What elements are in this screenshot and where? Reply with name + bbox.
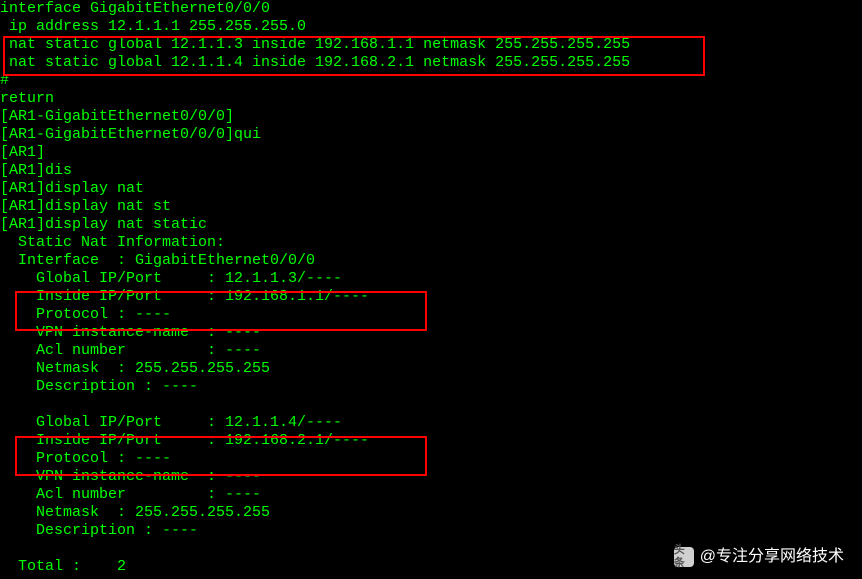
watermark: 头条 @专注分享网络技术	[674, 547, 844, 567]
terminal-line: nat static global 12.1.1.4 inside 192.16…	[0, 54, 862, 72]
terminal-line: #	[0, 72, 862, 90]
terminal-line: Static Nat Information:	[0, 234, 862, 252]
terminal-line	[0, 396, 862, 414]
terminal-line: Acl number : ----	[0, 342, 862, 360]
terminal-line: [AR1]display nat	[0, 180, 862, 198]
terminal-line: [AR1-GigabitEthernet0/0/0]qui	[0, 126, 862, 144]
watermark-text: @专注分享网络技术	[700, 547, 844, 566]
terminal-line: [AR1]	[0, 144, 862, 162]
terminal-line: Description : ----	[0, 522, 862, 540]
terminal-line: Description : ----	[0, 378, 862, 396]
terminal-line: Acl number : ----	[0, 486, 862, 504]
terminal-line: Netmask : 255.255.255.255	[0, 504, 862, 522]
terminal-line: Protocol : ----	[0, 450, 862, 468]
terminal-line: VPN instance-name : ----	[0, 468, 862, 486]
terminal-line: [AR1]display nat st	[0, 198, 862, 216]
terminal-line: interface GigabitEthernet0/0/0	[0, 0, 862, 18]
terminal-line: Inside IP/Port : 192.168.1.1/----	[0, 288, 862, 306]
terminal-line: Global IP/Port : 12.1.1.4/----	[0, 414, 862, 432]
terminal-line: return	[0, 90, 862, 108]
terminal-line: Netmask : 255.255.255.255	[0, 360, 862, 378]
terminal-line: Global IP/Port : 12.1.1.3/----	[0, 270, 862, 288]
terminal-line: [AR1]display nat static	[0, 216, 862, 234]
terminal-line: nat static global 12.1.1.3 inside 192.16…	[0, 36, 862, 54]
terminal-line: Inside IP/Port : 192.168.2.1/----	[0, 432, 862, 450]
terminal-line: VPN instance-name : ----	[0, 324, 862, 342]
toutiao-logo-icon: 头条	[674, 547, 694, 567]
terminal-line: [AR1-GigabitEthernet0/0/0]	[0, 108, 862, 126]
terminal-line: ip address 12.1.1.1 255.255.255.0	[0, 18, 862, 36]
terminal-line: [AR1]dis	[0, 162, 862, 180]
terminal-output[interactable]: interface GigabitEthernet0/0/0 ip addres…	[0, 0, 862, 576]
terminal-line: Interface : GigabitEthernet0/0/0	[0, 252, 862, 270]
terminal-line: Protocol : ----	[0, 306, 862, 324]
